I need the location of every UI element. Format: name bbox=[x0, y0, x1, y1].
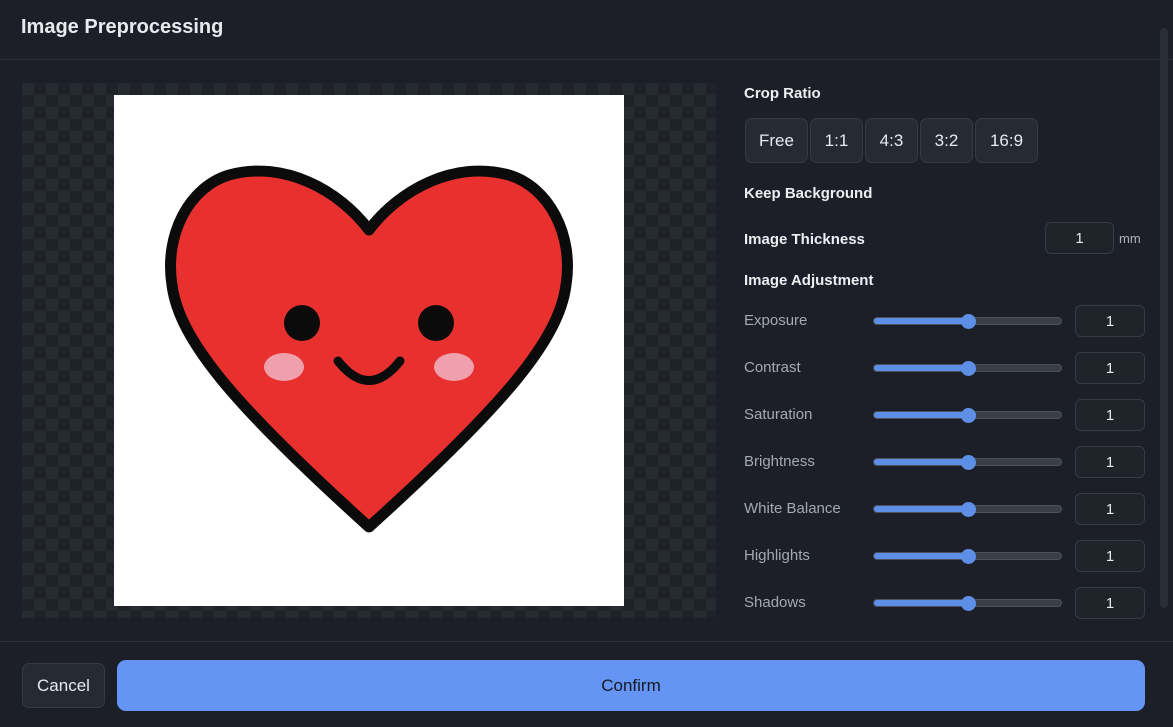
saturation-value-input[interactable]: 1 bbox=[1075, 399, 1145, 431]
heart-image bbox=[165, 165, 573, 533]
brightness-slider[interactable] bbox=[873, 454, 1062, 470]
dialog-header: Image Preprocessing bbox=[0, 0, 1173, 60]
keep-background-label[interactable]: Keep Background bbox=[744, 185, 872, 202]
crop-ratio-4-3-button[interactable]: 4:3 bbox=[865, 118, 918, 163]
confirm-button[interactable]: Confirm bbox=[117, 660, 1145, 711]
image-thickness-label: Image Thickness bbox=[744, 231, 865, 248]
white-balance-slider[interactable] bbox=[873, 501, 1062, 517]
exposure-slider-fill bbox=[874, 318, 968, 324]
crop-ratio-free-button[interactable]: Free bbox=[745, 118, 808, 163]
highlights-slider-fill bbox=[874, 553, 968, 559]
brightness-slider-thumb[interactable] bbox=[960, 454, 976, 470]
highlights-value-input[interactable]: 1 bbox=[1075, 540, 1145, 572]
exposure-label: Exposure bbox=[744, 312, 808, 329]
dialog-title: Image Preprocessing bbox=[21, 16, 224, 38]
saturation-label: Saturation bbox=[744, 406, 813, 423]
exposure-value-input[interactable]: 1 bbox=[1075, 305, 1145, 337]
crop-ratio-16-9-button[interactable]: 16:9 bbox=[975, 118, 1038, 163]
cancel-button[interactable]: Cancel bbox=[22, 663, 105, 708]
contrast-slider[interactable] bbox=[873, 360, 1062, 376]
shadows-slider-fill bbox=[874, 600, 968, 606]
highlights-label: Highlights bbox=[744, 547, 810, 564]
contrast-value-input[interactable]: 1 bbox=[1075, 352, 1145, 384]
saturation-slider-thumb[interactable] bbox=[960, 407, 976, 423]
thickness-unit: mm bbox=[1119, 231, 1141, 246]
saturation-slider-fill bbox=[874, 412, 968, 418]
brightness-slider-fill bbox=[874, 459, 968, 465]
thickness-input[interactable]: 1 bbox=[1045, 222, 1114, 254]
shadows-value-input[interactable]: 1 bbox=[1075, 587, 1145, 619]
image-adjustment-label: Image Adjustment bbox=[744, 272, 874, 289]
scrollbar[interactable] bbox=[1160, 28, 1168, 608]
crop-ratio-1-1-button[interactable]: 1:1 bbox=[810, 118, 863, 163]
exposure-slider-thumb[interactable] bbox=[960, 313, 976, 329]
right-blush bbox=[434, 353, 474, 381]
highlights-slider[interactable] bbox=[873, 548, 1062, 564]
white-balance-slider-thumb[interactable] bbox=[960, 501, 976, 517]
shadows-slider[interactable] bbox=[873, 595, 1062, 611]
left-eye bbox=[284, 305, 320, 341]
white-balance-slider-fill bbox=[874, 506, 968, 512]
left-blush bbox=[264, 353, 304, 381]
crop-ratio-3-2-button[interactable]: 3:2 bbox=[920, 118, 973, 163]
exposure-slider[interactable] bbox=[873, 313, 1062, 329]
shadows-slider-thumb[interactable] bbox=[960, 595, 976, 611]
brightness-value-input[interactable]: 1 bbox=[1075, 446, 1145, 478]
contrast-slider-fill bbox=[874, 365, 968, 371]
right-eye bbox=[418, 305, 454, 341]
saturation-slider[interactable] bbox=[873, 407, 1062, 423]
contrast-slider-thumb[interactable] bbox=[960, 360, 976, 376]
heart-shape bbox=[165, 165, 573, 533]
shadows-label: Shadows bbox=[744, 594, 806, 611]
white-balance-value-input[interactable]: 1 bbox=[1075, 493, 1145, 525]
contrast-label: Contrast bbox=[744, 359, 801, 376]
highlights-slider-thumb[interactable] bbox=[960, 548, 976, 564]
image-canvas[interactable] bbox=[114, 95, 624, 606]
crop-ratio-group: Free 1:1 4:3 3:2 16:9 bbox=[745, 118, 1038, 163]
crop-ratio-label: Crop Ratio bbox=[744, 85, 821, 102]
white-balance-label: White Balance bbox=[744, 500, 841, 517]
brightness-label: Brightness bbox=[744, 453, 815, 470]
